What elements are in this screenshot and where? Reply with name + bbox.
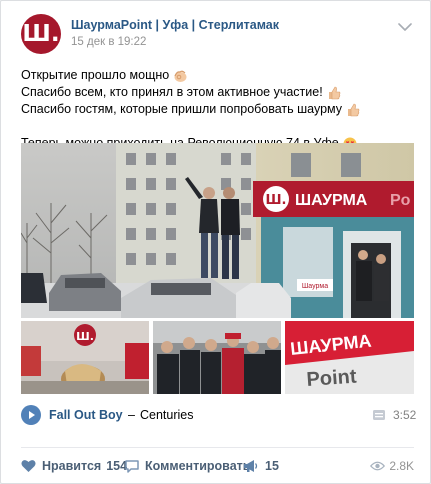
post-photo-thumb[interactable]: Ш. (21, 321, 149, 394)
post-date-link[interactable]: 15 дек в 19:22 (71, 36, 146, 48)
post-photo-thumbnails: Ш. ШАУРМА Point (21, 321, 414, 394)
audio-attachment[interactable]: Fall Out Boy – Centuries 3:52 (21, 404, 417, 426)
divider (21, 447, 414, 448)
crowd-photo (153, 321, 281, 394)
share-button[interactable]: 15 (243, 457, 279, 475)
wall-text-bottom: Point (306, 366, 358, 391)
comment-icon (125, 459, 139, 473)
post-photo-thumb[interactable] (153, 321, 281, 394)
thumb-logo-text: Ш. (76, 330, 94, 343)
comment-label: Комментировать (145, 459, 251, 473)
views-count: 2.8K (389, 459, 414, 473)
avatar[interactable]: Ш. (21, 14, 61, 54)
audio-duration: 3:52 (393, 408, 417, 422)
heart-icon (21, 460, 36, 472)
like-label: Нравится (42, 459, 102, 473)
comment-button[interactable]: Комментировать (125, 457, 250, 475)
sign-text: ШАУРМА (295, 192, 368, 209)
sign-suffix-text: Po (390, 192, 411, 209)
small-sign-text: Шаурма (302, 283, 328, 290)
post-actions: Нравится 154 Комментировать 15 2.8K (21, 457, 414, 475)
audio-artist-link[interactable]: Fall Out Boy (49, 408, 123, 422)
storefront-photo: Ш. ШАУРМА Po Шаурма (21, 143, 414, 318)
thumbs-up-emoji-icon (327, 86, 341, 100)
play-button[interactable] (21, 405, 41, 425)
post-text-line: Спасибо гостям, которые пришли попробова… (21, 102, 343, 116)
post-text-line: Спасибо всем, кто принял в этом активное… (21, 85, 323, 99)
views-counter: 2.8K (370, 457, 414, 475)
avatar-logo-text: Ш. (22, 21, 60, 47)
ok-hand-emoji-icon (173, 69, 188, 83)
like-button[interactable]: Нравится 154 (21, 457, 127, 475)
audio-separator: – (128, 408, 135, 422)
eye-icon (370, 461, 386, 471)
share-count: 15 (265, 459, 279, 473)
megaphone-icon (244, 460, 258, 472)
post-author-link[interactable]: ШаурмаPoint | Уфа | Стерлитамак (71, 18, 279, 32)
thumbs-up-emoji-icon (346, 103, 360, 117)
brand-wall-photo: ШАУРМА Point (285, 321, 414, 394)
play-icon (29, 411, 35, 419)
post-photo-thumb[interactable]: ШАУРМА Point (285, 321, 414, 394)
more-options-icon[interactable] (398, 23, 412, 31)
like-count: 154 (106, 459, 128, 473)
audio-title: Centuries (140, 408, 194, 422)
post-photo-main[interactable]: Ш. ШАУРМА Po Шаурма (21, 143, 414, 318)
post-text-line: Открытие прошло мощно (21, 68, 170, 82)
post-text: Открытие прошло мощно Спасибо всем, кто … (21, 67, 416, 152)
sign-logo-text: Ш. (266, 193, 287, 208)
shawarma-photo: Ш. (21, 321, 149, 394)
wall-post: Ш. ШаурмаPoint | Уфа | Стерлитамак 15 де… (0, 0, 431, 484)
hq-icon (373, 410, 385, 420)
